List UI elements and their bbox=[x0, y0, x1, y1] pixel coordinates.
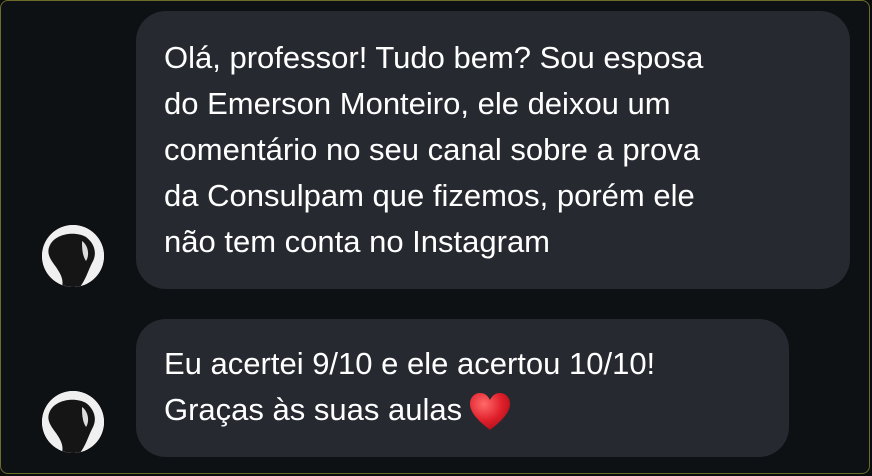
message-line: comentário no seu canal sobre a prova bbox=[164, 132, 700, 167]
message-line: Graças às suas aulas bbox=[164, 387, 789, 433]
user-avatar-icon bbox=[42, 225, 104, 287]
sender-avatar[interactable] bbox=[42, 225, 104, 287]
message-line: Eu acertei 9/10 e ele acertou 10/10! bbox=[164, 346, 656, 381]
message-line: do Emerson Monteiro, ele deixou um bbox=[164, 86, 671, 121]
message-line: da Consulpam que fizemos, porém ele bbox=[164, 178, 695, 213]
message-bubble[interactable]: Eu acertei 9/10 e ele acertou 10/10! Gra… bbox=[136, 319, 789, 457]
message-line: não tem conta no Instagram bbox=[164, 224, 551, 259]
chat-thread: Olá, professor! Tudo bem? Sou esposa do … bbox=[0, 0, 870, 474]
user-avatar-icon bbox=[42, 391, 104, 453]
sender-avatar[interactable] bbox=[42, 391, 104, 453]
message-text: Graças às suas aulas bbox=[164, 392, 463, 427]
red-heart-icon bbox=[470, 392, 511, 430]
message-bubble[interactable]: Olá, professor! Tudo bem? Sou esposa do … bbox=[136, 11, 850, 289]
message-line: Olá, professor! Tudo bem? Sou esposa bbox=[164, 40, 704, 75]
